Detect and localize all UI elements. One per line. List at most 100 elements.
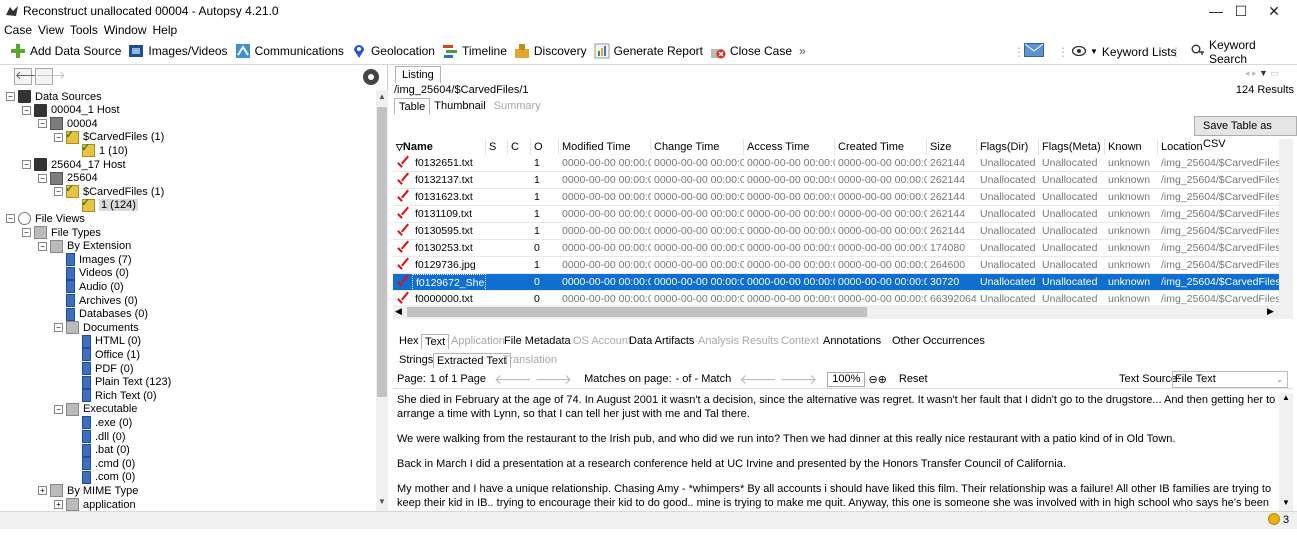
zoom-out-icon[interactable]: ⊖ bbox=[868, 373, 877, 386]
expand-icon[interactable]: + bbox=[38, 486, 47, 496]
generate-report-button[interactable]: Generate Report bbox=[594, 43, 703, 59]
table-row[interactable]: f0132651.txt 1 0000-00-00 00:00:00 0000-00-… bbox=[393, 155, 1283, 172]
tab-thumbnail[interactable]: Thumbnail bbox=[430, 98, 489, 114]
tab-other-occurrences[interactable]: Other Occurrences bbox=[889, 334, 988, 348]
tree-node[interactable]: Rich Text (0) bbox=[70, 389, 157, 403]
expand-icon[interactable]: + bbox=[54, 500, 63, 509]
scroll-down-icon[interactable]: ▼ bbox=[1282, 498, 1290, 507]
communications-button[interactable]: Communications bbox=[235, 43, 344, 59]
page-next-icon[interactable]: 🡒 bbox=[535, 371, 573, 388]
column-header[interactable]: C bbox=[508, 139, 531, 155]
tree-node[interactable]: − By Extension bbox=[38, 239, 131, 253]
tree-node[interactable]: .exe (0) bbox=[70, 416, 132, 430]
collapse-icon[interactable]: − bbox=[22, 105, 31, 115]
scroll-left-icon[interactable]: ◀ bbox=[395, 306, 402, 317]
tree-node[interactable]: Videos (0) bbox=[54, 266, 129, 280]
discovery-button[interactable]: Discovery bbox=[514, 43, 587, 59]
close-case-button[interactable]: Close Case bbox=[710, 43, 792, 59]
tree-node[interactable]: 1 (124) bbox=[70, 196, 138, 212]
zoom-field[interactable]: 100% bbox=[827, 371, 866, 387]
text-source-select[interactable]: File Text ⌄ bbox=[1172, 370, 1288, 388]
collapse-icon[interactable]: − bbox=[6, 92, 15, 101]
tree-node[interactable]: .com (0) bbox=[70, 470, 135, 484]
keyword-search-button[interactable]: Keyword Search bbox=[1191, 38, 1297, 66]
table-vscroll[interactable] bbox=[1279, 139, 1293, 305]
tab-file-metadata[interactable]: File Metadata bbox=[501, 334, 574, 348]
images-videos-button[interactable]: Images/Videos bbox=[128, 43, 228, 59]
tree-node[interactable]: − File Views bbox=[6, 212, 85, 226]
tab-nav-icon[interactable]: ◂ ▸ ▼ ▭ bbox=[1245, 68, 1279, 79]
save-table-csv-button[interactable]: Save Table as CSV bbox=[1194, 116, 1297, 150]
column-header[interactable]: Change Time bbox=[651, 139, 744, 155]
tree-node[interactable]: .dll (0) bbox=[70, 430, 126, 443]
zoom-in-icon[interactable]: ⊕ bbox=[878, 373, 887, 386]
column-header[interactable]: Flags(Meta) bbox=[1039, 139, 1105, 155]
collapse-icon[interactable]: − bbox=[22, 228, 31, 237]
messages-button[interactable] bbox=[1024, 38, 1044, 65]
tree-node[interactable]: Databases (0) bbox=[54, 307, 148, 321]
gear-icon[interactable] bbox=[363, 69, 379, 85]
collapse-icon[interactable]: − bbox=[22, 160, 31, 169]
collapse-icon[interactable]: − bbox=[6, 214, 15, 224]
toolbar-overflow-button[interactable]: » bbox=[799, 44, 806, 58]
column-header[interactable]: Flags(Dir) bbox=[977, 139, 1039, 155]
scroll-up-icon[interactable]: ▲ bbox=[1282, 393, 1290, 402]
tree-node[interactable]: − Documents bbox=[54, 321, 139, 335]
tree-node[interactable]: − 00004_1 Host bbox=[22, 103, 120, 117]
tree-node[interactable]: + By MIME Type bbox=[38, 484, 138, 498]
tab-summary[interactable]: Summary bbox=[490, 98, 545, 114]
tree-node[interactable]: HTML (0) bbox=[70, 334, 141, 348]
add-data-source-button[interactable]: Add Data Source bbox=[10, 43, 121, 59]
column-header[interactable]: ▽Name bbox=[393, 139, 486, 155]
geolocation-button[interactable]: Geolocation bbox=[351, 43, 435, 59]
forward-button[interactable]: 🡒 bbox=[35, 68, 66, 85]
subtab-extracted-text[interactable]: Extracted Text bbox=[433, 353, 511, 368]
collapse-icon[interactable]: − bbox=[54, 323, 63, 333]
table-row[interactable]: f0132137.txt 1 0000-00-00 00:00:00 0000-00-… bbox=[393, 172, 1283, 189]
tree-scrollbar-thumb[interactable] bbox=[377, 107, 387, 397]
tree-node[interactable]: Images (7) bbox=[54, 253, 132, 267]
tree-node[interactable]: − Executable bbox=[54, 402, 137, 416]
collapse-icon[interactable]: − bbox=[54, 404, 63, 414]
tree-node[interactable]: Archives (0) bbox=[54, 294, 138, 307]
text-vscroll[interactable]: ▲ ▼ bbox=[1279, 393, 1293, 511]
table-row[interactable]: f0129736.jpg 1 0000-00-00 00:00:00 0000-00-… bbox=[393, 257, 1283, 274]
tree-node[interactable]: − $CarvedFiles (1) bbox=[54, 128, 164, 144]
match-prev-icon[interactable]: 🡐 bbox=[739, 371, 777, 388]
column-header[interactable]: Modified Time bbox=[559, 139, 651, 155]
tree-node[interactable]: − Data Sources bbox=[6, 90, 102, 103]
menu-tools[interactable]: Tools bbox=[70, 23, 98, 37]
table-row[interactable]: f0130253.txt 0 0000-00-00 00:00:00 0000-00-… bbox=[393, 240, 1283, 257]
menu-window[interactable]: Window bbox=[104, 23, 147, 37]
menu-help[interactable]: Help bbox=[153, 23, 178, 37]
back-button[interactable]: 🡐 bbox=[14, 68, 45, 85]
tree-node[interactable]: − File Types bbox=[22, 226, 101, 239]
scroll-up-icon[interactable]: ▲ bbox=[378, 92, 386, 101]
column-header[interactable]: Location bbox=[1158, 139, 1280, 155]
close-button[interactable]: ✕ bbox=[1251, 0, 1297, 22]
menu-view[interactable]: View bbox=[38, 23, 64, 37]
tab-data-artifacts[interactable]: Data Artifacts bbox=[626, 334, 697, 348]
collapse-icon[interactable]: − bbox=[54, 132, 63, 142]
scroll-down-icon[interactable]: ▼ bbox=[378, 497, 386, 506]
tree-node[interactable]: − 25604_17 Host bbox=[22, 158, 126, 171]
column-header[interactable]: S bbox=[486, 139, 508, 155]
page-prev-icon[interactable]: 🡐 bbox=[494, 371, 532, 388]
timeline-button[interactable]: Timeline bbox=[442, 43, 507, 59]
tab-hex[interactable]: Hex bbox=[396, 334, 422, 348]
table-row[interactable]: f0131109.txt 1 0000-00-00 00:00:00 0000-00-… bbox=[393, 206, 1283, 223]
tree-node[interactable]: − $CarvedFiles (1) bbox=[54, 182, 164, 199]
tree-node[interactable]: 1 (10) bbox=[70, 141, 128, 158]
collapse-icon[interactable]: − bbox=[38, 173, 47, 183]
tab-os-account[interactable]: OS Account bbox=[570, 334, 634, 348]
table-hscroll-thumb[interactable] bbox=[407, 307, 867, 317]
tab-application[interactable]: Application bbox=[448, 334, 508, 348]
column-header[interactable]: Created Time bbox=[835, 139, 927, 155]
tab-text[interactable]: Text bbox=[421, 334, 450, 349]
match-next-icon[interactable]: 🡒 bbox=[780, 371, 818, 388]
table-row[interactable]: f0130595.txt 1 0000-00-00 00:00:00 0000-00-… bbox=[393, 223, 1283, 240]
menu-case[interactable]: Case bbox=[4, 23, 32, 37]
column-header[interactable]: Size bbox=[927, 139, 977, 155]
tree-node[interactable]: + application bbox=[54, 498, 136, 511]
tab-table[interactable]: Table bbox=[394, 98, 431, 114]
